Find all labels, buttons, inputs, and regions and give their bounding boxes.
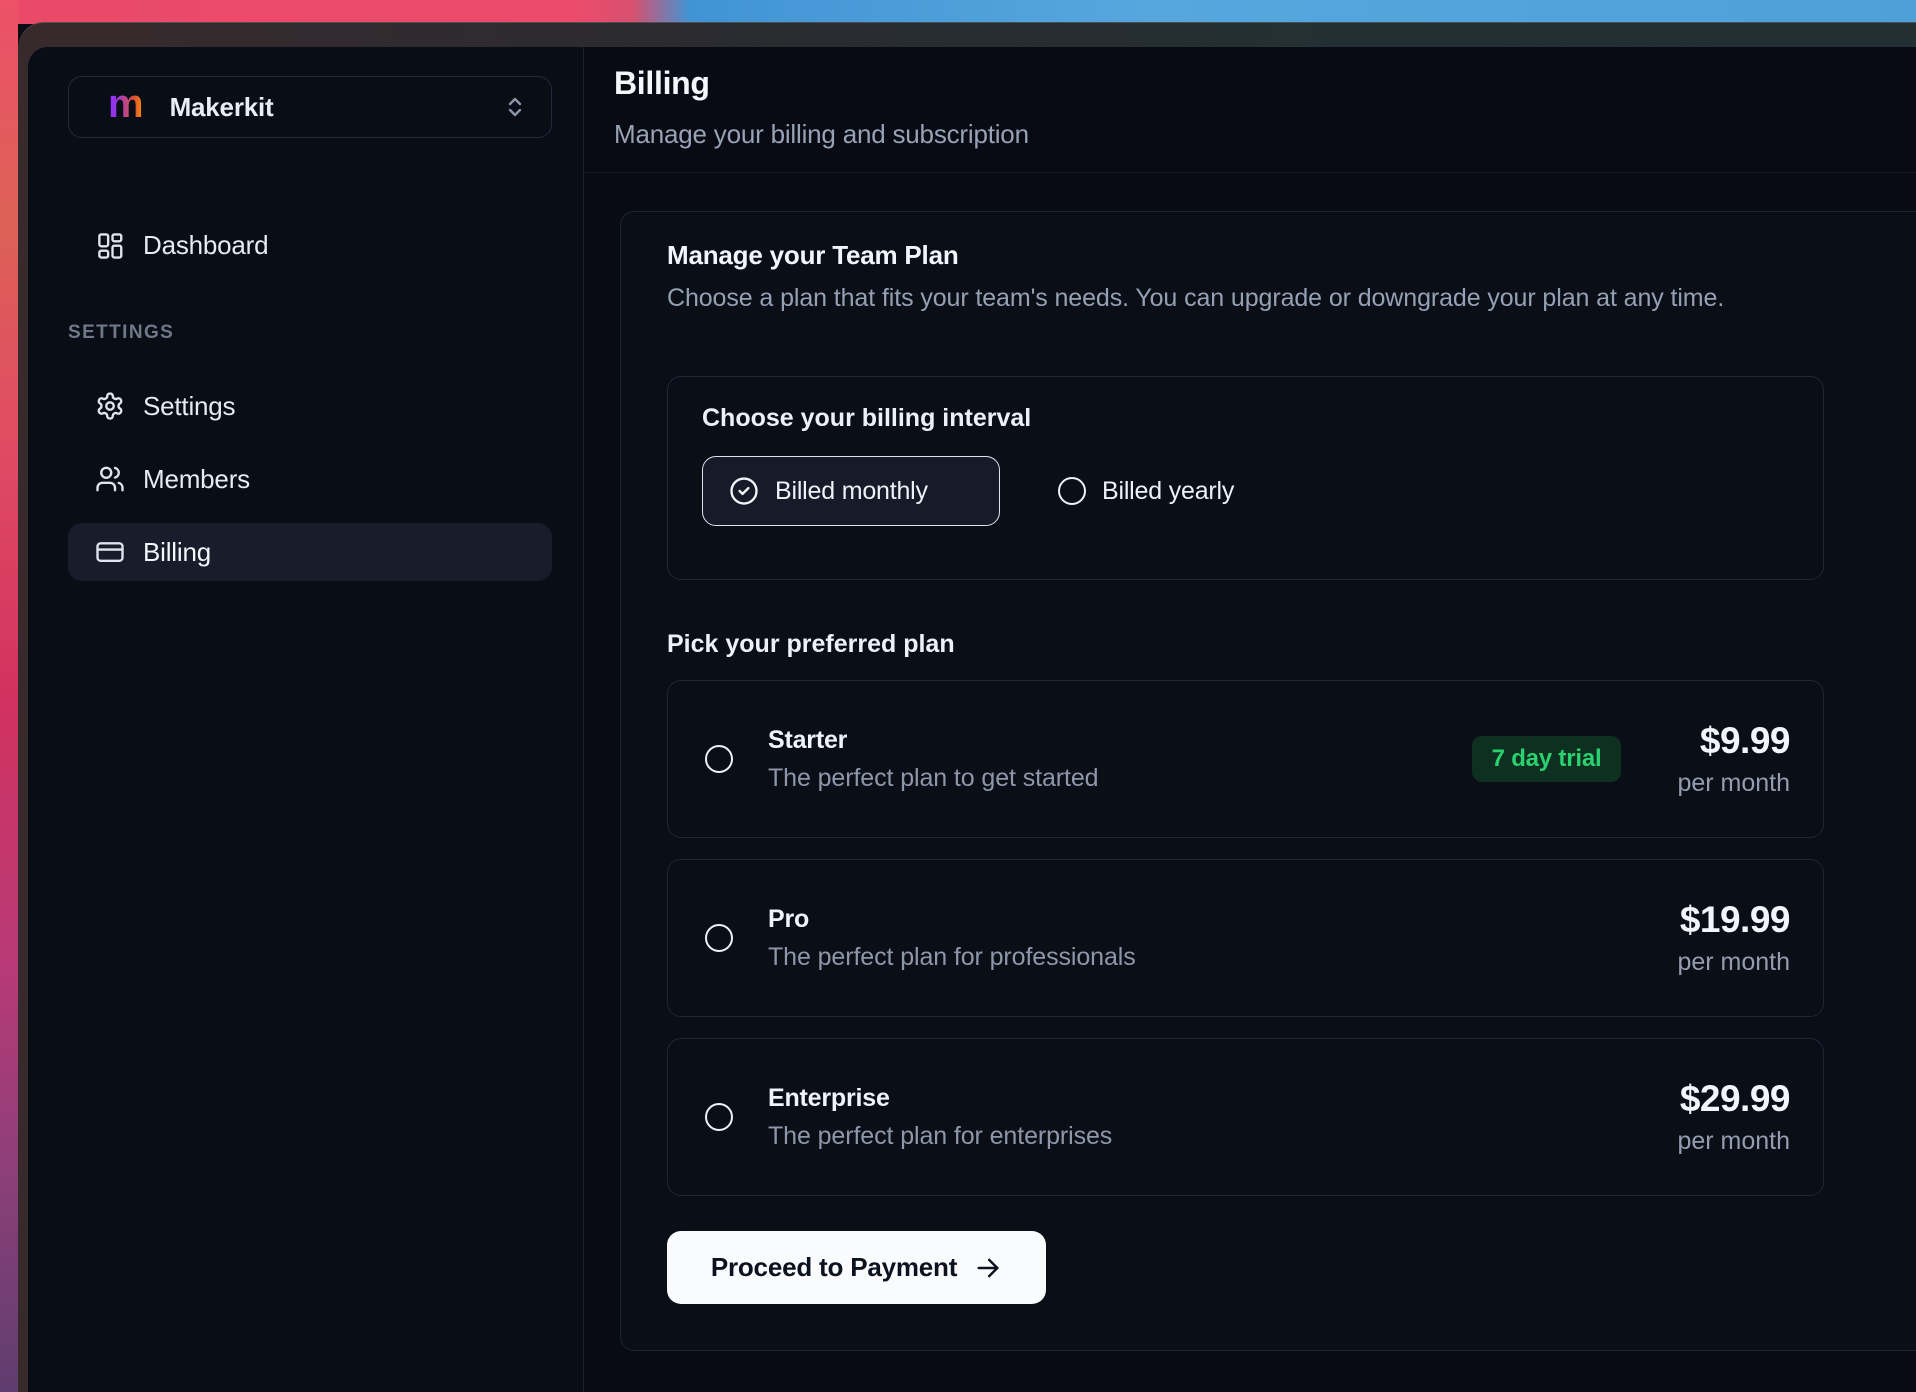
check-circle-icon bbox=[729, 476, 759, 506]
radio-button-icon[interactable] bbox=[705, 924, 733, 952]
card-subtitle: Choose a plan that fits your team's need… bbox=[667, 284, 1916, 313]
dashboard-grid-icon bbox=[95, 230, 125, 260]
plan-row-starter[interactable]: Starter The perfect plan to get started … bbox=[667, 680, 1824, 838]
sidebar-item-label: Billing bbox=[143, 537, 211, 568]
plan-price: $9.99 bbox=[1677, 720, 1790, 762]
plan-name: Pro bbox=[768, 905, 1136, 934]
page-title: Billing bbox=[614, 65, 1916, 102]
sidebar-nav: Dashboard SETTINGS Settings Members bbox=[68, 217, 552, 581]
page-subtitle: Manage your billing and subscription bbox=[614, 119, 1916, 150]
team-plan-card: Manage your Team Plan Choose a plan that… bbox=[620, 211, 1916, 1351]
workspace-name: Makerkit bbox=[170, 92, 274, 123]
sidebar-item-members[interactable]: Members bbox=[68, 450, 552, 508]
plan-row-pro[interactable]: Pro The perfect plan for professionals $… bbox=[667, 859, 1824, 1017]
plan-text: Pro The perfect plan for professionals bbox=[768, 905, 1136, 972]
option-label: Billed yearly bbox=[1102, 477, 1234, 506]
app-window: m Makerkit Dashboard SETTINGS Settings bbox=[18, 22, 1916, 1392]
radio-button-icon[interactable] bbox=[1058, 477, 1086, 505]
proceed-to-payment-button[interactable]: Proceed to Payment bbox=[667, 1231, 1046, 1304]
trial-badge: 7 day trial bbox=[1472, 736, 1622, 782]
page-header: Billing Manage your billing and subscrip… bbox=[584, 47, 1916, 173]
cta-label: Proceed to Payment bbox=[711, 1252, 957, 1283]
sidebar-item-label: Settings bbox=[143, 391, 235, 422]
sidebar-item-dashboard[interactable]: Dashboard bbox=[68, 217, 552, 273]
billing-interval-box: Choose your billing interval Billed mont… bbox=[667, 376, 1824, 580]
radio-button-icon[interactable] bbox=[705, 1103, 733, 1131]
plan-description: The perfect plan for enterprises bbox=[768, 1122, 1112, 1151]
chevrons-up-down-icon bbox=[503, 95, 527, 119]
sidebar-item-label: Members bbox=[143, 464, 250, 495]
arrow-right-icon bbox=[974, 1254, 1002, 1282]
sidebar: m Makerkit Dashboard SETTINGS Settings bbox=[28, 47, 584, 1392]
users-icon bbox=[95, 464, 125, 494]
plan-description: The perfect plan for professionals bbox=[768, 943, 1136, 972]
plan-period: per month bbox=[1677, 1127, 1790, 1156]
card-title: Manage your Team Plan bbox=[667, 240, 1916, 271]
credit-card-icon bbox=[95, 537, 125, 567]
gear-icon bbox=[95, 391, 125, 421]
plan-period: per month bbox=[1677, 769, 1790, 798]
plan-price: $29.99 bbox=[1677, 1078, 1790, 1120]
sidebar-section-label: SETTINGS bbox=[68, 322, 552, 344]
workspace-selector[interactable]: m Makerkit bbox=[68, 76, 552, 138]
plan-price: $19.99 bbox=[1677, 899, 1790, 941]
option-billed-monthly[interactable]: Billed monthly bbox=[702, 456, 1000, 526]
app-root: m Makerkit Dashboard SETTINGS Settings bbox=[28, 47, 1916, 1392]
billing-interval-options: Billed monthly Billed yearly bbox=[702, 456, 1823, 526]
desktop-wallpaper-left bbox=[0, 0, 18, 1392]
sidebar-item-billing[interactable]: Billing bbox=[68, 523, 552, 581]
main-area: Billing Manage your billing and subscrip… bbox=[584, 47, 1916, 1392]
plan-name: Enterprise bbox=[768, 1084, 1112, 1113]
option-billed-yearly[interactable]: Billed yearly bbox=[1058, 477, 1234, 506]
option-label: Billed monthly bbox=[775, 477, 928, 506]
plan-period: per month bbox=[1677, 948, 1790, 977]
plan-row-enterprise[interactable]: Enterprise The perfect plan for enterpri… bbox=[667, 1038, 1824, 1196]
plans-section-label: Pick your preferred plan bbox=[667, 630, 1916, 659]
sidebar-item-settings[interactable]: Settings bbox=[68, 377, 552, 435]
billing-interval-label: Choose your billing interval bbox=[702, 404, 1823, 433]
radio-button-icon[interactable] bbox=[705, 745, 733, 773]
plan-text: Starter The perfect plan to get started bbox=[768, 726, 1098, 793]
sidebar-item-label: Dashboard bbox=[143, 230, 268, 261]
plan-name: Starter bbox=[768, 726, 1098, 755]
desktop-wallpaper-top bbox=[0, 0, 1916, 24]
price-block: $29.99 per month bbox=[1677, 1078, 1790, 1156]
price-block: $19.99 per month bbox=[1677, 899, 1790, 977]
sidebar-settings-group: Settings Members Billing bbox=[68, 377, 552, 581]
page-content: Manage your Team Plan Choose a plan that… bbox=[584, 173, 1916, 1392]
makerkit-logo-icon: m bbox=[108, 84, 144, 124]
plan-text: Enterprise The perfect plan for enterpri… bbox=[768, 1084, 1112, 1151]
price-block: $9.99 per month bbox=[1677, 720, 1790, 798]
plan-description: The perfect plan to get started bbox=[768, 764, 1098, 793]
